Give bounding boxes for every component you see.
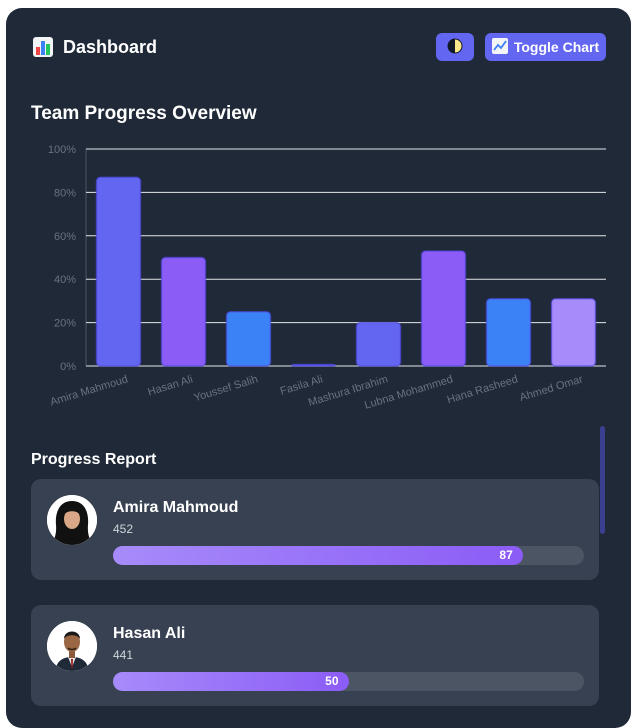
progress-card: Amira Mahmoud 452 87 (31, 479, 599, 580)
bar[interactable] (420, 250, 467, 367)
app-title: Dashboard (63, 37, 158, 57)
progress-fill: 87 (113, 546, 523, 565)
y-tick-label: 100% (48, 144, 76, 156)
bar[interactable] (355, 321, 402, 367)
employee-score: 441 (113, 648, 134, 662)
toggle-chart-button[interactable]: Toggle Chart (485, 33, 606, 61)
progress-card: Hasan Ali 441 50 (31, 605, 599, 706)
y-tick-label: 40% (54, 274, 76, 286)
y-tick-label: 20% (54, 318, 76, 330)
employee-name: Hasan Ali (113, 625, 186, 642)
avatar (47, 621, 97, 671)
y-tick-label: 0% (60, 361, 76, 373)
y-tick-label: 60% (54, 231, 76, 243)
theme-toggle-button[interactable] (436, 33, 474, 61)
x-tick-label: Hana Rasheed (446, 373, 520, 406)
bar[interactable] (160, 256, 207, 367)
progress-track: 50 (113, 672, 584, 691)
bar-chart-icon (33, 37, 53, 57)
dashboard-panel: Dashboard Toggle Chart Team Progress Ove… (6, 8, 631, 728)
bar[interactable] (550, 297, 597, 367)
progress-fill: 50 (113, 672, 349, 691)
x-tick-label: Amira Mahmoud (49, 373, 130, 408)
employee-score: 452 (113, 522, 134, 536)
bar[interactable] (95, 176, 142, 367)
x-tick-label: Hasan Ali (146, 373, 194, 398)
half-circle-contrast-icon (447, 38, 463, 57)
toggle-chart-label: Toggle Chart (513, 39, 600, 55)
y-tick-label: 80% (54, 187, 76, 199)
scrollbar-thumb[interactable] (600, 426, 605, 534)
x-tick-label: Youssef Salih (192, 373, 259, 404)
overview-title: Team Progress Overview (31, 103, 257, 124)
header: Dashboard Toggle Chart (6, 8, 631, 88)
progress-value: 50 (325, 674, 339, 688)
progress-bar-chart: 0% 20% 40% 60% 80% 100% Amira Mahmoud Hasan Ali… (48, 144, 606, 412)
progress-report-title: Progress Report (31, 451, 157, 468)
employee-name: Amira Mahmoud (113, 499, 239, 516)
progress-track: 87 (113, 546, 584, 565)
progress-value: 87 (499, 548, 513, 562)
bar[interactable] (485, 297, 532, 367)
bar[interactable] (290, 363, 337, 367)
line-chart-icon (491, 37, 508, 57)
bar[interactable] (225, 311, 272, 367)
x-tick-label: Ahmed Omar (518, 373, 584, 404)
avatar (47, 495, 97, 545)
